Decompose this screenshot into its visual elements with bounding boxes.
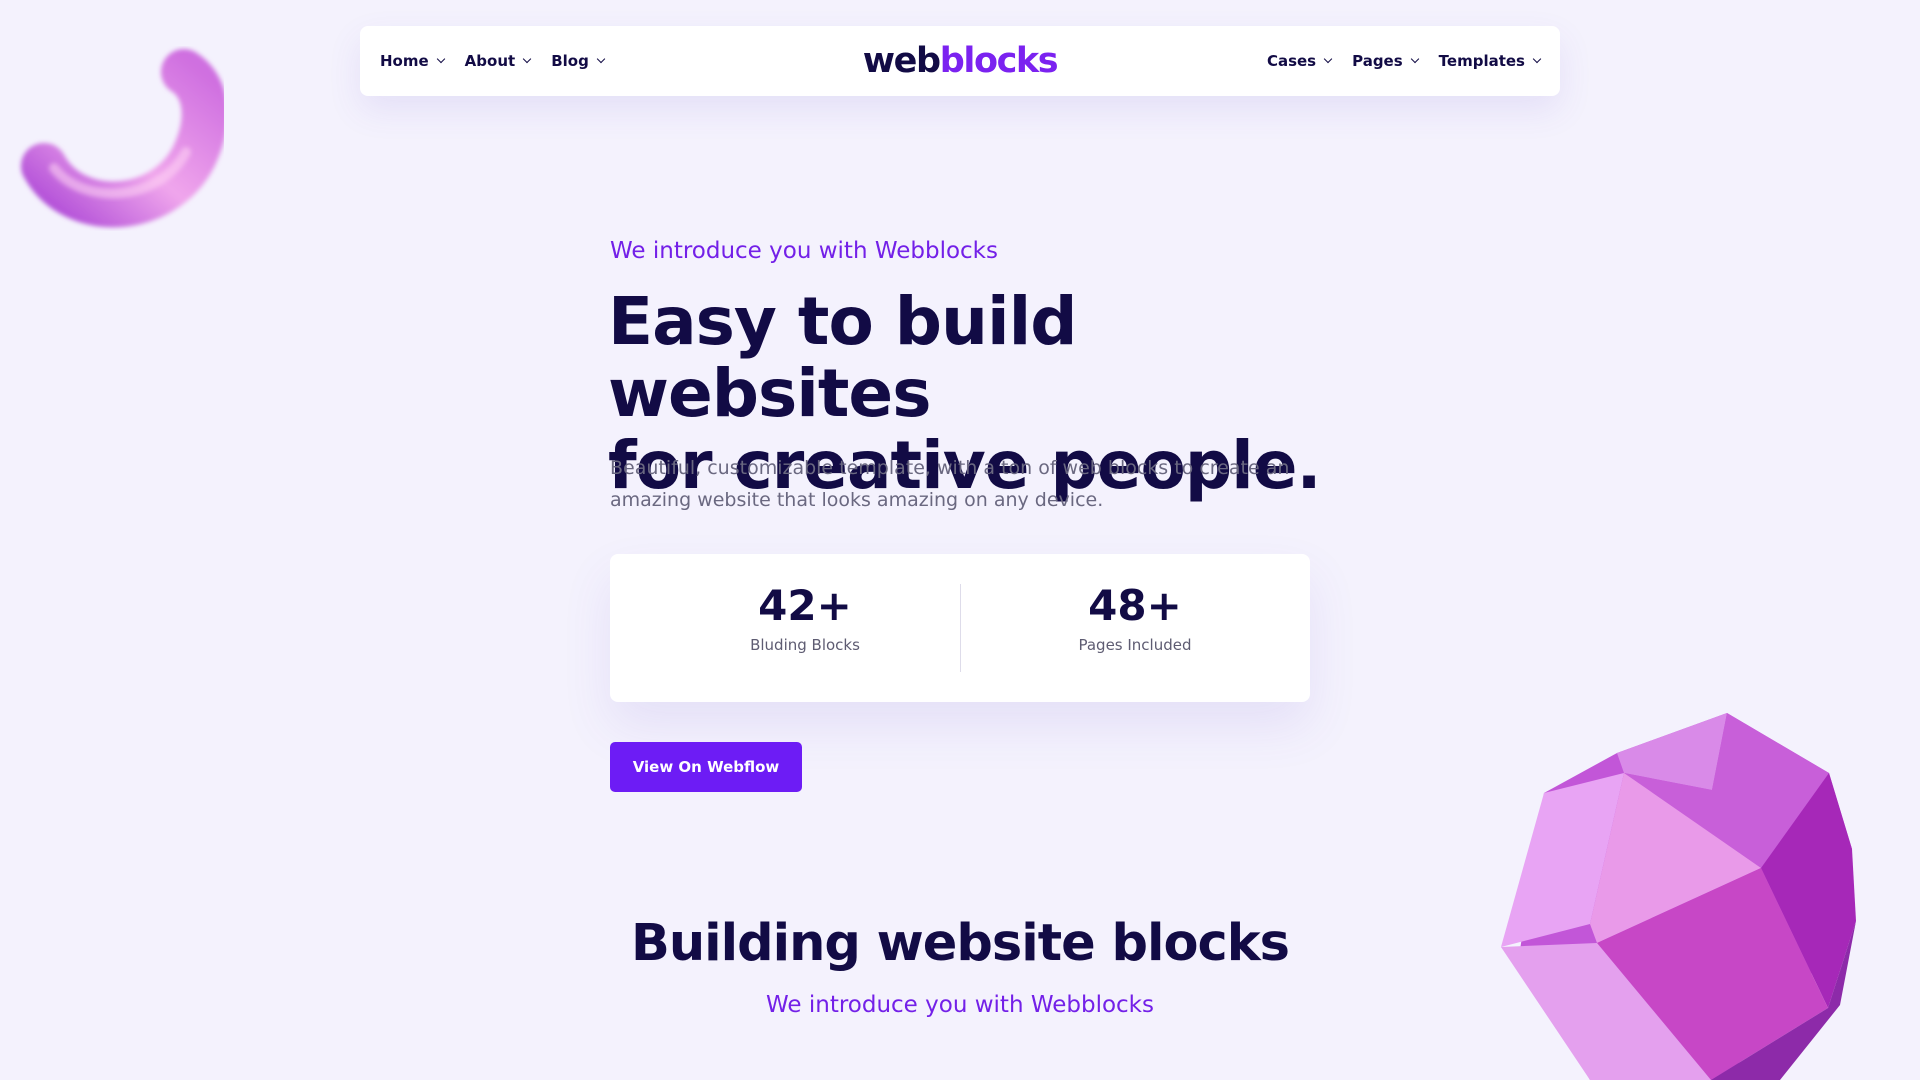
nav-item-label: Cases bbox=[1266, 52, 1317, 70]
hero-subtitle: Beautiful, customizable template, with a… bbox=[610, 457, 1290, 511]
hero-title-line-1: Easy to build websites bbox=[608, 283, 1077, 432]
nav-item-label: About bbox=[464, 52, 516, 70]
chevron-down-icon bbox=[1410, 54, 1419, 64]
nav-item-label: Home bbox=[380, 52, 429, 70]
section-kicker: We introduce you with Webblocks bbox=[766, 992, 1154, 1018]
stat-value: 42+ bbox=[758, 581, 852, 630]
nav-right-group: Cases Pages Templates bbox=[1266, 26, 1542, 96]
nav-left-group: Home About Blog bbox=[380, 26, 606, 96]
chevron-down-icon bbox=[1532, 54, 1542, 64]
nav-item-label: Blog bbox=[551, 52, 589, 70]
stat-building-blocks: 42+ Bluding Blocks bbox=[655, 580, 955, 656]
nav-item-about[interactable]: About bbox=[464, 52, 532, 70]
chevron-down-icon bbox=[522, 54, 532, 64]
chevron-down-icon bbox=[1323, 54, 1333, 64]
top-navbar: Home About Blog web blocks Cases Pages Te… bbox=[360, 26, 1560, 96]
stat-pages-included: 48+ Pages Included bbox=[985, 580, 1285, 656]
stats-card: 42+ Bluding Blocks 48+ Pages Included bbox=[610, 554, 1310, 702]
chevron-down-icon bbox=[596, 54, 606, 64]
chevron-down-icon bbox=[436, 54, 445, 64]
decorative-gem-shape bbox=[1501, 713, 1856, 1080]
nav-item-templates[interactable]: Templates bbox=[1438, 52, 1542, 70]
nav-item-label: Pages bbox=[1352, 52, 1403, 70]
site-logo[interactable]: web blocks bbox=[860, 26, 1060, 96]
hero-kicker: We introduce you with Webblocks bbox=[610, 238, 998, 264]
view-on-webflow-button[interactable]: View On Webflow bbox=[610, 742, 802, 792]
logo-text-blocks: blocks bbox=[939, 41, 1059, 81]
logo-text-web: web bbox=[862, 41, 941, 81]
stat-label: Bluding Blocks bbox=[750, 636, 860, 654]
stat-value: 48+ bbox=[1088, 581, 1182, 630]
nav-item-pages[interactable]: Pages bbox=[1352, 52, 1419, 70]
stat-divider bbox=[960, 584, 961, 672]
nav-item-blog[interactable]: Blog bbox=[551, 52, 606, 70]
stat-label: Pages Included bbox=[1078, 636, 1192, 654]
nav-item-label: Templates bbox=[1438, 52, 1525, 70]
section-title: Building website blocks bbox=[630, 914, 1290, 973]
nav-item-cases[interactable]: Cases bbox=[1266, 52, 1333, 70]
nav-item-home[interactable]: Home bbox=[380, 52, 445, 70]
decorative-ring-shape bbox=[21, 49, 224, 228]
